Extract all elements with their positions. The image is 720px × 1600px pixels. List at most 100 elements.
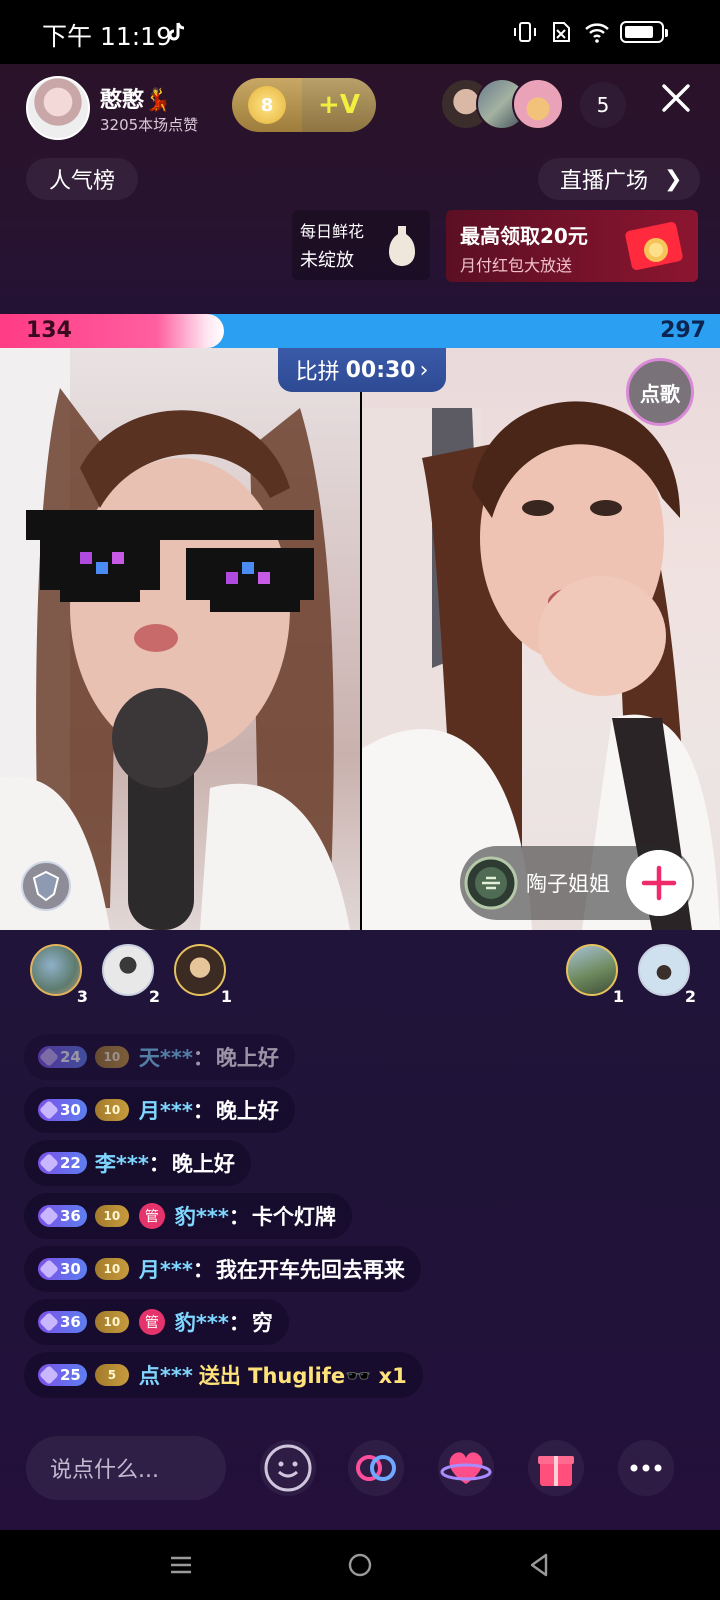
avatar (638, 944, 690, 996)
user-level: 30 (60, 1101, 81, 1119)
gem-icon (39, 1259, 59, 1279)
no-sim-icon (553, 22, 570, 42)
chat-message[interactable]: 30 10 月*** ： 我在开车先回去再来 (24, 1246, 421, 1292)
chat-separator: ： (192, 1099, 214, 1123)
flower-title: 每日鲜花 (300, 222, 365, 241)
contributor-avatar[interactable]: 1 (174, 944, 232, 1006)
pk-timer[interactable]: 比拼 00:30 › (278, 348, 446, 392)
chat-username[interactable]: 李*** (95, 1148, 149, 1178)
chat-text: 我在开车先回去再来 (215, 1258, 405, 1282)
user-level: 24 (60, 1048, 81, 1066)
user-level-badge: 30 (38, 1099, 87, 1121)
status-time: 下午 11:19 (42, 22, 172, 51)
song-label: 点歌 (640, 381, 680, 406)
gem-icon (39, 1365, 59, 1385)
gift-icon[interactable] (528, 1440, 584, 1496)
contributor-rank: 3 (76, 987, 88, 1006)
popularity-rank-button[interactable]: 人气榜 (26, 158, 138, 200)
menu-icon[interactable] (166, 1550, 196, 1580)
chevron-right-icon: › (419, 357, 429, 383)
chat-username[interactable]: 豹*** (175, 1307, 229, 1337)
host-video[interactable] (0, 348, 360, 930)
home-icon[interactable] (345, 1550, 375, 1580)
contributor-rank: 1 (612, 987, 624, 1006)
battery-icon (620, 21, 668, 43)
chat-message[interactable]: 36 10 管 豹*** ： 穷 (24, 1299, 289, 1345)
chat-username[interactable]: 天*** (139, 1042, 193, 1072)
opponent-video[interactable] (362, 348, 720, 930)
heart-planet-icon[interactable] (438, 1440, 494, 1496)
live-plaza-button[interactable]: 直播广场 ❯ (538, 158, 700, 200)
fan-badge: 10 (94, 1099, 129, 1121)
flower-status: 未绽放 (300, 250, 354, 271)
follow-plus-icon[interactable] (626, 850, 692, 916)
gem-icon (39, 1100, 59, 1120)
user-level: 36 (60, 1313, 81, 1331)
gem-icon (39, 1153, 59, 1173)
chat-separator: ： (228, 1205, 250, 1229)
user-level-badge: 36 (38, 1205, 87, 1227)
vibrate-icon (514, 22, 536, 42)
daily-flower-card[interactable]: 每日鲜花 未绽放 (292, 210, 430, 280)
chat-message[interactable]: 24 10 天*** ： 晚上好 (24, 1034, 295, 1080)
redpack-title: 最高领取20元 (460, 224, 588, 248)
red-packet-banner[interactable]: 最高领取20元 月付红包大放送 (446, 210, 698, 282)
red-envelope-icon (625, 221, 683, 271)
fan-club-badge[interactable]: 8 (232, 78, 302, 132)
avatar[interactable] (512, 78, 564, 130)
host-video-art (0, 348, 350, 930)
chat-username[interactable]: 豹*** (175, 1201, 229, 1231)
vase-icon (389, 226, 415, 266)
chat-username[interactable]: 月*** (139, 1254, 193, 1284)
status-icons (512, 20, 668, 44)
top-viewers[interactable] (440, 78, 570, 130)
song-request-button[interactable]: 点歌 (626, 358, 694, 426)
live-header: 憨憨💃 3205本场点赞 8 +V 5 人气榜 直播广场 ❯ 每日鲜花 未绽放 … (0, 64, 720, 314)
plaza-label: 直播广场 (560, 169, 649, 194)
comment-input[interactable]: 说点什么... (26, 1436, 226, 1500)
link-mic-icon[interactable] (348, 1440, 404, 1496)
chevron-right-icon: ❯ (664, 166, 683, 192)
shield-icon[interactable] (20, 860, 72, 912)
chat-username[interactable]: 点*** (139, 1360, 193, 1390)
avatar (102, 944, 154, 996)
chat-text: 卡个灯牌 (251, 1205, 336, 1229)
viewer-count[interactable]: 5 (580, 82, 626, 128)
fan-badge: 10 (94, 1258, 129, 1280)
chat-separator: ： (192, 1258, 214, 1282)
more-icon[interactable] (618, 1440, 674, 1496)
chat-username[interactable]: 月*** (139, 1095, 193, 1125)
contributor-avatar[interactable]: 1 (566, 944, 624, 1006)
host-name: 憨憨💃 (100, 88, 172, 113)
chat-message[interactable]: 36 10 管 豹*** ： 卡个灯牌 (24, 1193, 352, 1239)
chat-separator: ： (228, 1311, 250, 1335)
system-nav-bar (0, 1530, 720, 1600)
vip-badge[interactable]: +V (302, 78, 376, 132)
chat-text: 晚上好 (215, 1046, 279, 1070)
chat-text: 晚上好 (171, 1152, 235, 1176)
close-icon[interactable] (656, 78, 696, 118)
chat-gift-message[interactable]: 25 5 点*** 送出 Thuglife🕶️ x1 (24, 1352, 423, 1398)
user-level-badge: 25 (38, 1364, 87, 1386)
opponent-emblem-icon (464, 856, 518, 910)
opponent-name: 陶子姐姐 (526, 872, 610, 896)
chat-message[interactable]: 30 10 月*** ： 晚上好 (24, 1087, 295, 1133)
user-level: 30 (60, 1260, 81, 1278)
contributor-avatar[interactable]: 2 (102, 944, 160, 1006)
pk-countdown: 00:30 (345, 357, 416, 383)
user-level-badge: 30 (38, 1258, 87, 1280)
opponent-tag[interactable]: 陶子姐姐 (460, 846, 694, 920)
host-card[interactable]: 憨憨💃 3205本场点赞 (26, 76, 226, 140)
user-level: 25 (60, 1366, 81, 1384)
contributor-avatar[interactable]: 2 (638, 944, 696, 1006)
contributor-avatar[interactable]: 3 (30, 944, 88, 1006)
pk-left-score: 134 (26, 318, 72, 343)
chat-message[interactable]: 22 李*** ： 晚上好 (24, 1140, 251, 1186)
chat-text: 晚上好 (215, 1099, 279, 1123)
host-avatar[interactable] (26, 76, 90, 140)
emoji-icon[interactable] (260, 1440, 316, 1496)
user-level: 22 (60, 1154, 81, 1172)
contributor-rank: 2 (148, 987, 160, 1006)
back-icon[interactable] (524, 1550, 554, 1580)
contributor-rank: 1 (220, 987, 232, 1006)
